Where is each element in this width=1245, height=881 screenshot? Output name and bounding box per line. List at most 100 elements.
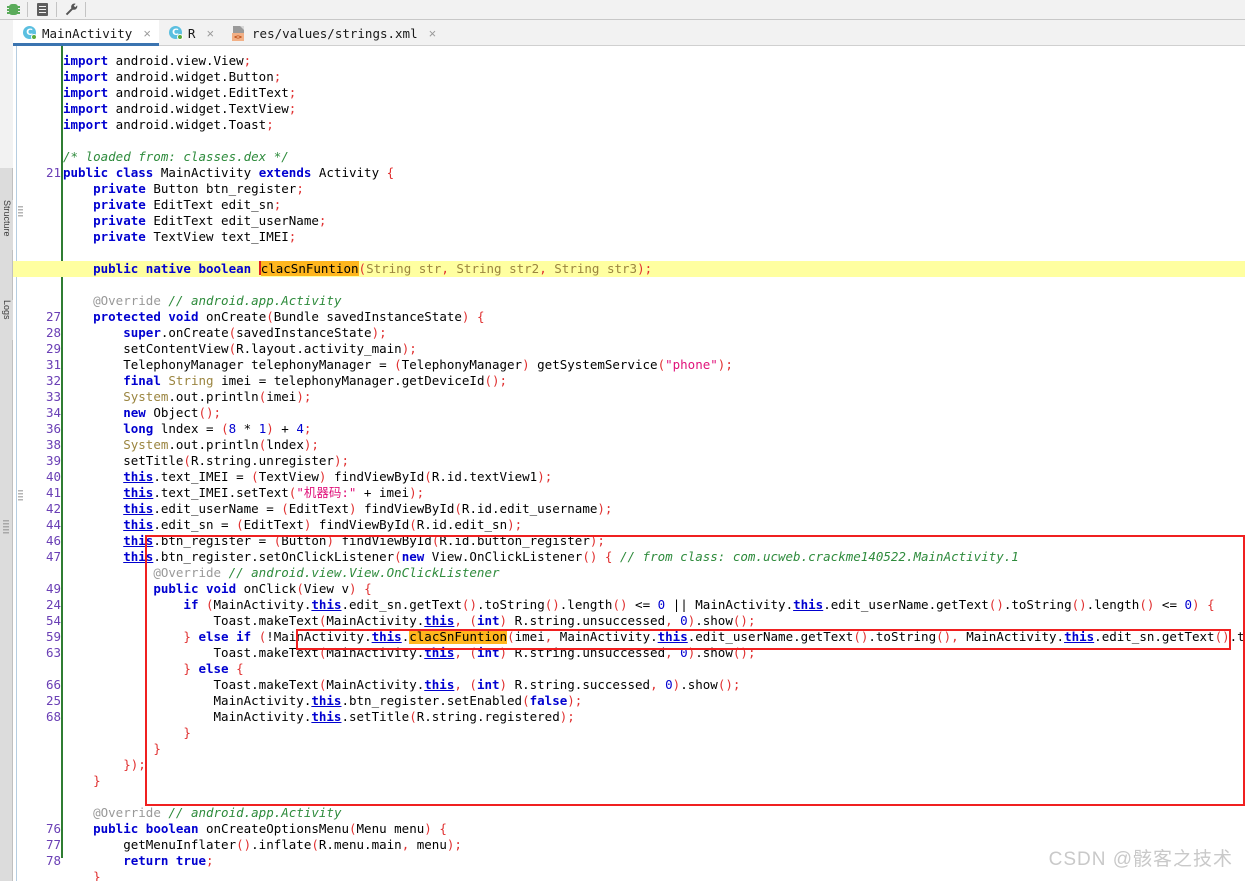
code-line[interactable]: import android.widget.TextView; [63,101,296,117]
editor-tab-bar: C MainActivity × C R × <> res/values/str… [13,20,1245,46]
code-line[interactable]: import android.widget.Toast; [63,117,274,133]
line-number: 39 [45,453,61,468]
line-number: 59 [45,629,61,644]
code-line[interactable]: new Object(); [63,405,221,421]
tab-close-icon[interactable]: × [429,27,437,40]
code-line[interactable]: MainActivity.this.btn_register.setEnable… [63,693,583,709]
tab-r[interactable]: C R × [159,20,222,46]
code-line[interactable]: super.onCreate(savedInstanceState); [63,325,386,341]
line-number: 49 [45,581,61,596]
document-icon[interactable] [29,0,55,19]
code-line[interactable]: protected void onCreate(Bundle savedInst… [63,309,484,325]
code-line[interactable]: } else { [63,661,243,677]
code-line[interactable]: Toast.makeText(MainActivity.this, (int) … [63,645,756,661]
strip-drag-handle[interactable] [3,520,9,534]
code-line[interactable]: if (MainActivity.this.edit_sn.getText().… [63,597,1214,613]
tab-label: res/values/strings.xml [252,25,418,41]
code-line[interactable]: System.out.println(imei); [63,389,311,405]
code-line[interactable]: }); [63,757,146,773]
code-line[interactable]: public void onClick(View v) { [63,581,371,597]
csdn-watermark: CSDN @骸客之技术 [1048,849,1233,870]
tab-close-icon[interactable]: × [143,27,151,40]
code-line[interactable]: this.btn_register.setOnClickListener(new… [63,549,1019,565]
code-line[interactable]: } else if (!MainActivity.this.clacSnFunt… [63,629,1245,645]
line-number: 38 [45,437,61,452]
line-number-gutter: 21 27 28 29 31 32 33 34 36 38 39 40 41 42 44 46 47 49 24 54… [18,46,61,881]
code-line[interactable]: Toast.makeText(MainActivity.this, (int) … [63,613,756,629]
line-number: 44 [45,517,61,532]
code-line[interactable]: Toast.makeText(MainActivity.this, (int) … [63,677,741,693]
line-number: 34 [45,405,61,420]
code-line[interactable]: @Override // android.app.Activity [63,293,341,309]
ide-window: Structure Logs C MainActivity × C R × <>… [0,0,1245,881]
code-line[interactable]: } [63,869,101,881]
line-number: 47 [45,549,61,564]
line-number: 46 [45,533,61,548]
line-number: 21 [45,165,61,180]
code-line[interactable]: private Button btn_register; [63,181,304,197]
code-line[interactable]: import android.view.View; [63,53,251,69]
code-line[interactable]: @Override // android.view.View.OnClickLi… [63,565,499,581]
code-line[interactable]: this.text_IMEI = (TextView) findViewById… [63,469,552,485]
tab-strings-xml[interactable]: <> res/values/strings.xml × [222,20,444,46]
code-line[interactable]: public class MainActivity extends Activi… [63,165,394,181]
code-line[interactable]: this.edit_sn = (EditText) findViewById(R… [63,517,522,533]
code-line[interactable]: this.edit_userName = (EditText) findView… [63,501,612,517]
toolbar-divider-3 [85,2,86,17]
code-line[interactable]: } [63,725,191,741]
code-editor[interactable]: 21 27 28 29 31 32 33 34 36 38 39 40 41 42 44 46 47 49 24 54… [13,46,1245,881]
line-number: 63 [45,645,61,660]
code-line[interactable]: private TextView text_IMEI; [63,229,296,245]
code-line[interactable]: long lndex = (8 * 1) + 4; [63,421,311,437]
line-number: 33 [45,389,61,404]
code-line[interactable]: final String imei = telephonyManager.get… [63,373,507,389]
dex-bug-icon[interactable] [0,0,26,19]
line-number: 66 [45,677,61,692]
line-number: 28 [45,325,61,340]
editor-left-margin [13,46,17,881]
code-line[interactable]: this.btn_register = (Button) findViewByI… [63,533,605,549]
toolbar-divider-2 [56,2,57,17]
java-class-icon: C [168,26,183,40]
code-line[interactable]: setTitle(R.string.unregister); [63,453,349,469]
code-line[interactable]: import android.widget.Button; [63,69,281,85]
left-tool-window-strip: Structure Logs [0,20,13,881]
code-line[interactable]: public boolean onCreateOptionsMenu(Menu … [63,821,447,837]
sidebar-tool-tab-structure[interactable]: Structure [0,200,13,250]
line-number: 25 [45,693,61,708]
tab-label: MainActivity [42,25,133,41]
wrench-icon[interactable] [58,0,84,19]
code-line[interactable]: MainActivity.this.setTitle(R.string.regi… [63,709,575,725]
sidebar-tool-tab-logs[interactable]: Logs [0,300,13,340]
xml-file-icon: <> [232,25,247,41]
code-line[interactable]: setContentView(R.layout.activity_main); [63,341,417,357]
tab-mainactivity[interactable]: C MainActivity × [13,20,159,46]
code-line[interactable]: System.out.println(lndex); [63,437,319,453]
tab-close-icon[interactable]: × [206,27,214,40]
code-line[interactable]: return true; [63,853,213,869]
strip-blank-area [0,20,13,168]
line-number: 68 [45,709,61,724]
line-number: 78 [45,853,61,868]
line-number: 24 [45,597,61,612]
tab-label: R [187,25,196,41]
code-line[interactable]: this.text_IMEI.setText("机器码:" + imei); [63,485,424,501]
line-number: 32 [45,373,61,388]
main-toolbar [0,0,1245,20]
code-line[interactable]: private EditText edit_userName; [63,213,326,229]
code-line[interactable]: } [63,741,161,757]
toolbar-divider-1 [27,2,28,17]
gutter-marker-1 [18,206,23,217]
code-line[interactable]: TelephonyManager telephonyManager = (Tel… [63,357,733,373]
java-class-icon: C [23,26,37,40]
line-number: 54 [45,613,61,628]
code-line[interactable]: import android.widget.EditText; [63,85,296,101]
code-line[interactable]: private EditText edit_sn; [63,197,281,213]
code-text-area[interactable]: import android.view.View; import android.… [13,46,1245,881]
code-line[interactable]: } [63,773,101,789]
code-line[interactable]: getMenuInflater().inflate(R.menu.main, m… [63,837,462,853]
code-line[interactable]: public native boolean clacSnFuntion(Stri… [63,261,652,277]
line-number: 76 [45,821,61,836]
code-line[interactable]: @Override // android.app.Activity [63,805,341,821]
code-line[interactable]: /* loaded from: classes.dex */ [63,149,289,165]
